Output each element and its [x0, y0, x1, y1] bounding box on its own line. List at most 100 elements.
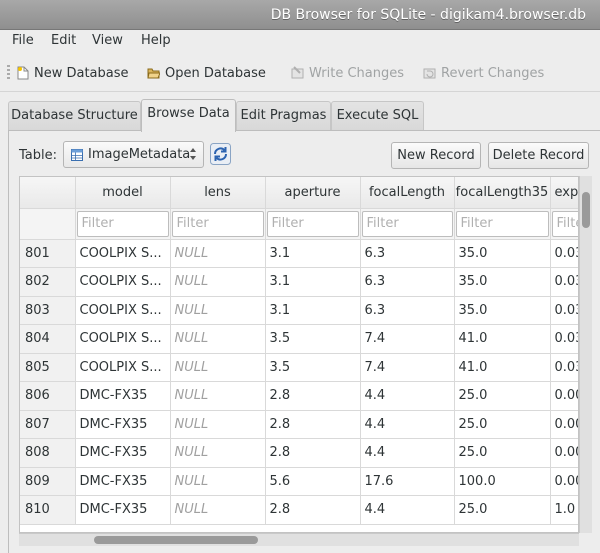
table-cell[interactable]: 0.00: [550, 410, 578, 439]
table-row[interactable]: 801COOLPIX S...NULL3.16.335.00.03: [20, 239, 578, 268]
menu-edit[interactable]: Edit: [51, 33, 76, 48]
refresh-icon[interactable]: [210, 143, 231, 165]
table-cell[interactable]: COOLPIX S...: [75, 324, 171, 354]
table-row[interactable]: 802COOLPIX S...NULL3.16.335.00.03: [20, 267, 578, 297]
table-cell[interactable]: NULL: [170, 296, 266, 325]
table-row[interactable]: 806DMC-FX35NULL2.84.425.00.00: [20, 381, 578, 411]
row-header[interactable]: 803: [20, 296, 76, 325]
table-cell[interactable]: COOLPIX S...: [75, 267, 171, 297]
table-cell[interactable]: 6.3: [360, 296, 455, 325]
table-cell[interactable]: 100.0: [454, 467, 551, 496]
filter-input-focallength35[interactable]: [455, 210, 549, 237]
column-header-aperture[interactable]: aperture: [265, 177, 361, 209]
table-cell[interactable]: 0.00: [550, 438, 578, 468]
row-header[interactable]: 809: [20, 467, 76, 496]
menu-help[interactable]: Help: [141, 33, 171, 48]
toolbar-grip[interactable]: [7, 65, 10, 81]
table-cell[interactable]: 0.00: [550, 381, 578, 411]
table-cell[interactable]: 1.0: [550, 495, 578, 525]
tab-database-structure[interactable]: Database Structure: [8, 101, 141, 131]
table-cell[interactable]: 0.03: [550, 267, 578, 297]
table-cell[interactable]: NULL: [170, 267, 266, 297]
table-cell[interactable]: NULL: [170, 410, 266, 439]
table-cell[interactable]: NULL: [170, 495, 266, 525]
filter-input-model[interactable]: [76, 210, 169, 237]
menu-file[interactable]: File: [12, 33, 34, 48]
table-cell[interactable]: 2.8: [265, 495, 361, 525]
table-cell[interactable]: 35.0: [454, 239, 551, 268]
table-cell[interactable]: 25.0: [454, 438, 551, 468]
column-header-model[interactable]: model: [75, 177, 171, 209]
revert-changes-button[interactable]: Revert Changes: [423, 63, 544, 83]
table-row[interactable]: 809DMC-FX35NULL5.617.6100.00.00: [20, 467, 578, 496]
row-header[interactable]: 801: [20, 239, 76, 268]
table-cell[interactable]: NULL: [170, 239, 266, 268]
column-header-exposure[interactable]: expo: [550, 177, 578, 209]
table-row[interactable]: 808DMC-FX35NULL2.84.425.00.00: [20, 438, 578, 468]
table-cell[interactable]: COOLPIX S...: [75, 239, 171, 268]
table-cell[interactable]: NULL: [170, 438, 266, 468]
horizontal-scroll-thumb[interactable]: [94, 536, 258, 544]
table-cell[interactable]: 7.4: [360, 324, 455, 354]
write-changes-button[interactable]: Write Changes: [291, 63, 404, 83]
new-database-button[interactable]: New Database: [17, 63, 129, 83]
table-cell[interactable]: 7.4: [360, 353, 455, 382]
table-cell[interactable]: DMC-FX35: [75, 381, 171, 411]
table-cell[interactable]: 35.0: [454, 267, 551, 297]
table-cell[interactable]: 3.1: [265, 267, 361, 297]
table-cell[interactable]: 35.0: [454, 296, 551, 325]
table-row[interactable]: 805COOLPIX S...NULL3.57.441.00.03: [20, 353, 578, 382]
table-cell[interactable]: 25.0: [454, 381, 551, 411]
filter-input-lens[interactable]: [171, 210, 264, 237]
table-cell[interactable]: 4.4: [360, 410, 455, 439]
row-header[interactable]: 808: [20, 438, 76, 468]
tab-browse-data[interactable]: Browse Data: [141, 99, 236, 132]
table-cell[interactable]: 17.6: [360, 467, 455, 496]
table-cell[interactable]: 6.3: [360, 239, 455, 268]
table-cell[interactable]: DMC-FX35: [75, 467, 171, 496]
table-cell[interactable]: 3.1: [265, 239, 361, 268]
table-cell[interactable]: NULL: [170, 353, 266, 382]
delete-record-button[interactable]: Delete Record: [488, 142, 589, 169]
table-cell[interactable]: 6.3: [360, 267, 455, 297]
table-cell[interactable]: 2.8: [265, 438, 361, 468]
table-row[interactable]: 807DMC-FX35NULL2.84.425.00.00: [20, 410, 578, 439]
table-cell[interactable]: DMC-FX35: [75, 495, 171, 525]
table-cell[interactable]: 25.0: [454, 410, 551, 439]
table-row[interactable]: 804COOLPIX S...NULL3.57.441.00.03: [20, 324, 578, 354]
table-cell[interactable]: NULL: [170, 467, 266, 496]
table-cell[interactable]: COOLPIX S...: [75, 296, 171, 325]
horizontal-scrollbar[interactable]: [19, 533, 579, 546]
table-row[interactable]: 810 DMC-FX35 NULL 2.8 4.4 25.0 1.0: [20, 495, 578, 525]
table-cell[interactable]: NULL: [170, 324, 266, 354]
column-header-lens[interactable]: lens: [170, 177, 266, 209]
table-cell[interactable]: 0.03: [550, 353, 578, 382]
row-header[interactable]: 807: [20, 410, 76, 439]
table-cell[interactable]: 41.0: [454, 324, 551, 354]
table-cell[interactable]: 2.8: [265, 381, 361, 411]
filter-input-focallength[interactable]: [361, 210, 453, 237]
menu-view[interactable]: View: [92, 33, 123, 48]
table-cell[interactable]: 3.5: [265, 353, 361, 382]
filter-input-exposure[interactable]: [551, 210, 578, 237]
table-cell[interactable]: 4.4: [360, 381, 455, 411]
open-database-button[interactable]: Open Database: [147, 63, 266, 83]
table-cell[interactable]: 0.03: [550, 296, 578, 325]
table-row[interactable]: 803COOLPIX S...NULL3.16.335.00.03: [20, 296, 578, 325]
table-cell[interactable]: 0.03: [550, 324, 578, 354]
column-header-focallength35[interactable]: focalLength35: [454, 177, 551, 209]
table-cell[interactable]: DMC-FX35: [75, 410, 171, 439]
row-header[interactable]: 802: [20, 267, 76, 297]
table-cell[interactable]: COOLPIX S...: [75, 353, 171, 382]
table-cell[interactable]: 2.8: [265, 410, 361, 439]
filter-input-aperture[interactable]: [266, 210, 359, 237]
table-cell[interactable]: 4.4: [360, 438, 455, 468]
row-header[interactable]: 806: [20, 381, 76, 411]
table-cell[interactable]: NULL: [170, 381, 266, 411]
new-record-button[interactable]: New Record: [391, 142, 481, 169]
table-cell[interactable]: 25.0: [454, 495, 551, 525]
table-cell[interactable]: 5.6: [265, 467, 361, 496]
table-cell[interactable]: 3.5: [265, 324, 361, 354]
row-header[interactable]: 810: [20, 495, 76, 525]
table-cell[interactable]: 3.1: [265, 296, 361, 325]
